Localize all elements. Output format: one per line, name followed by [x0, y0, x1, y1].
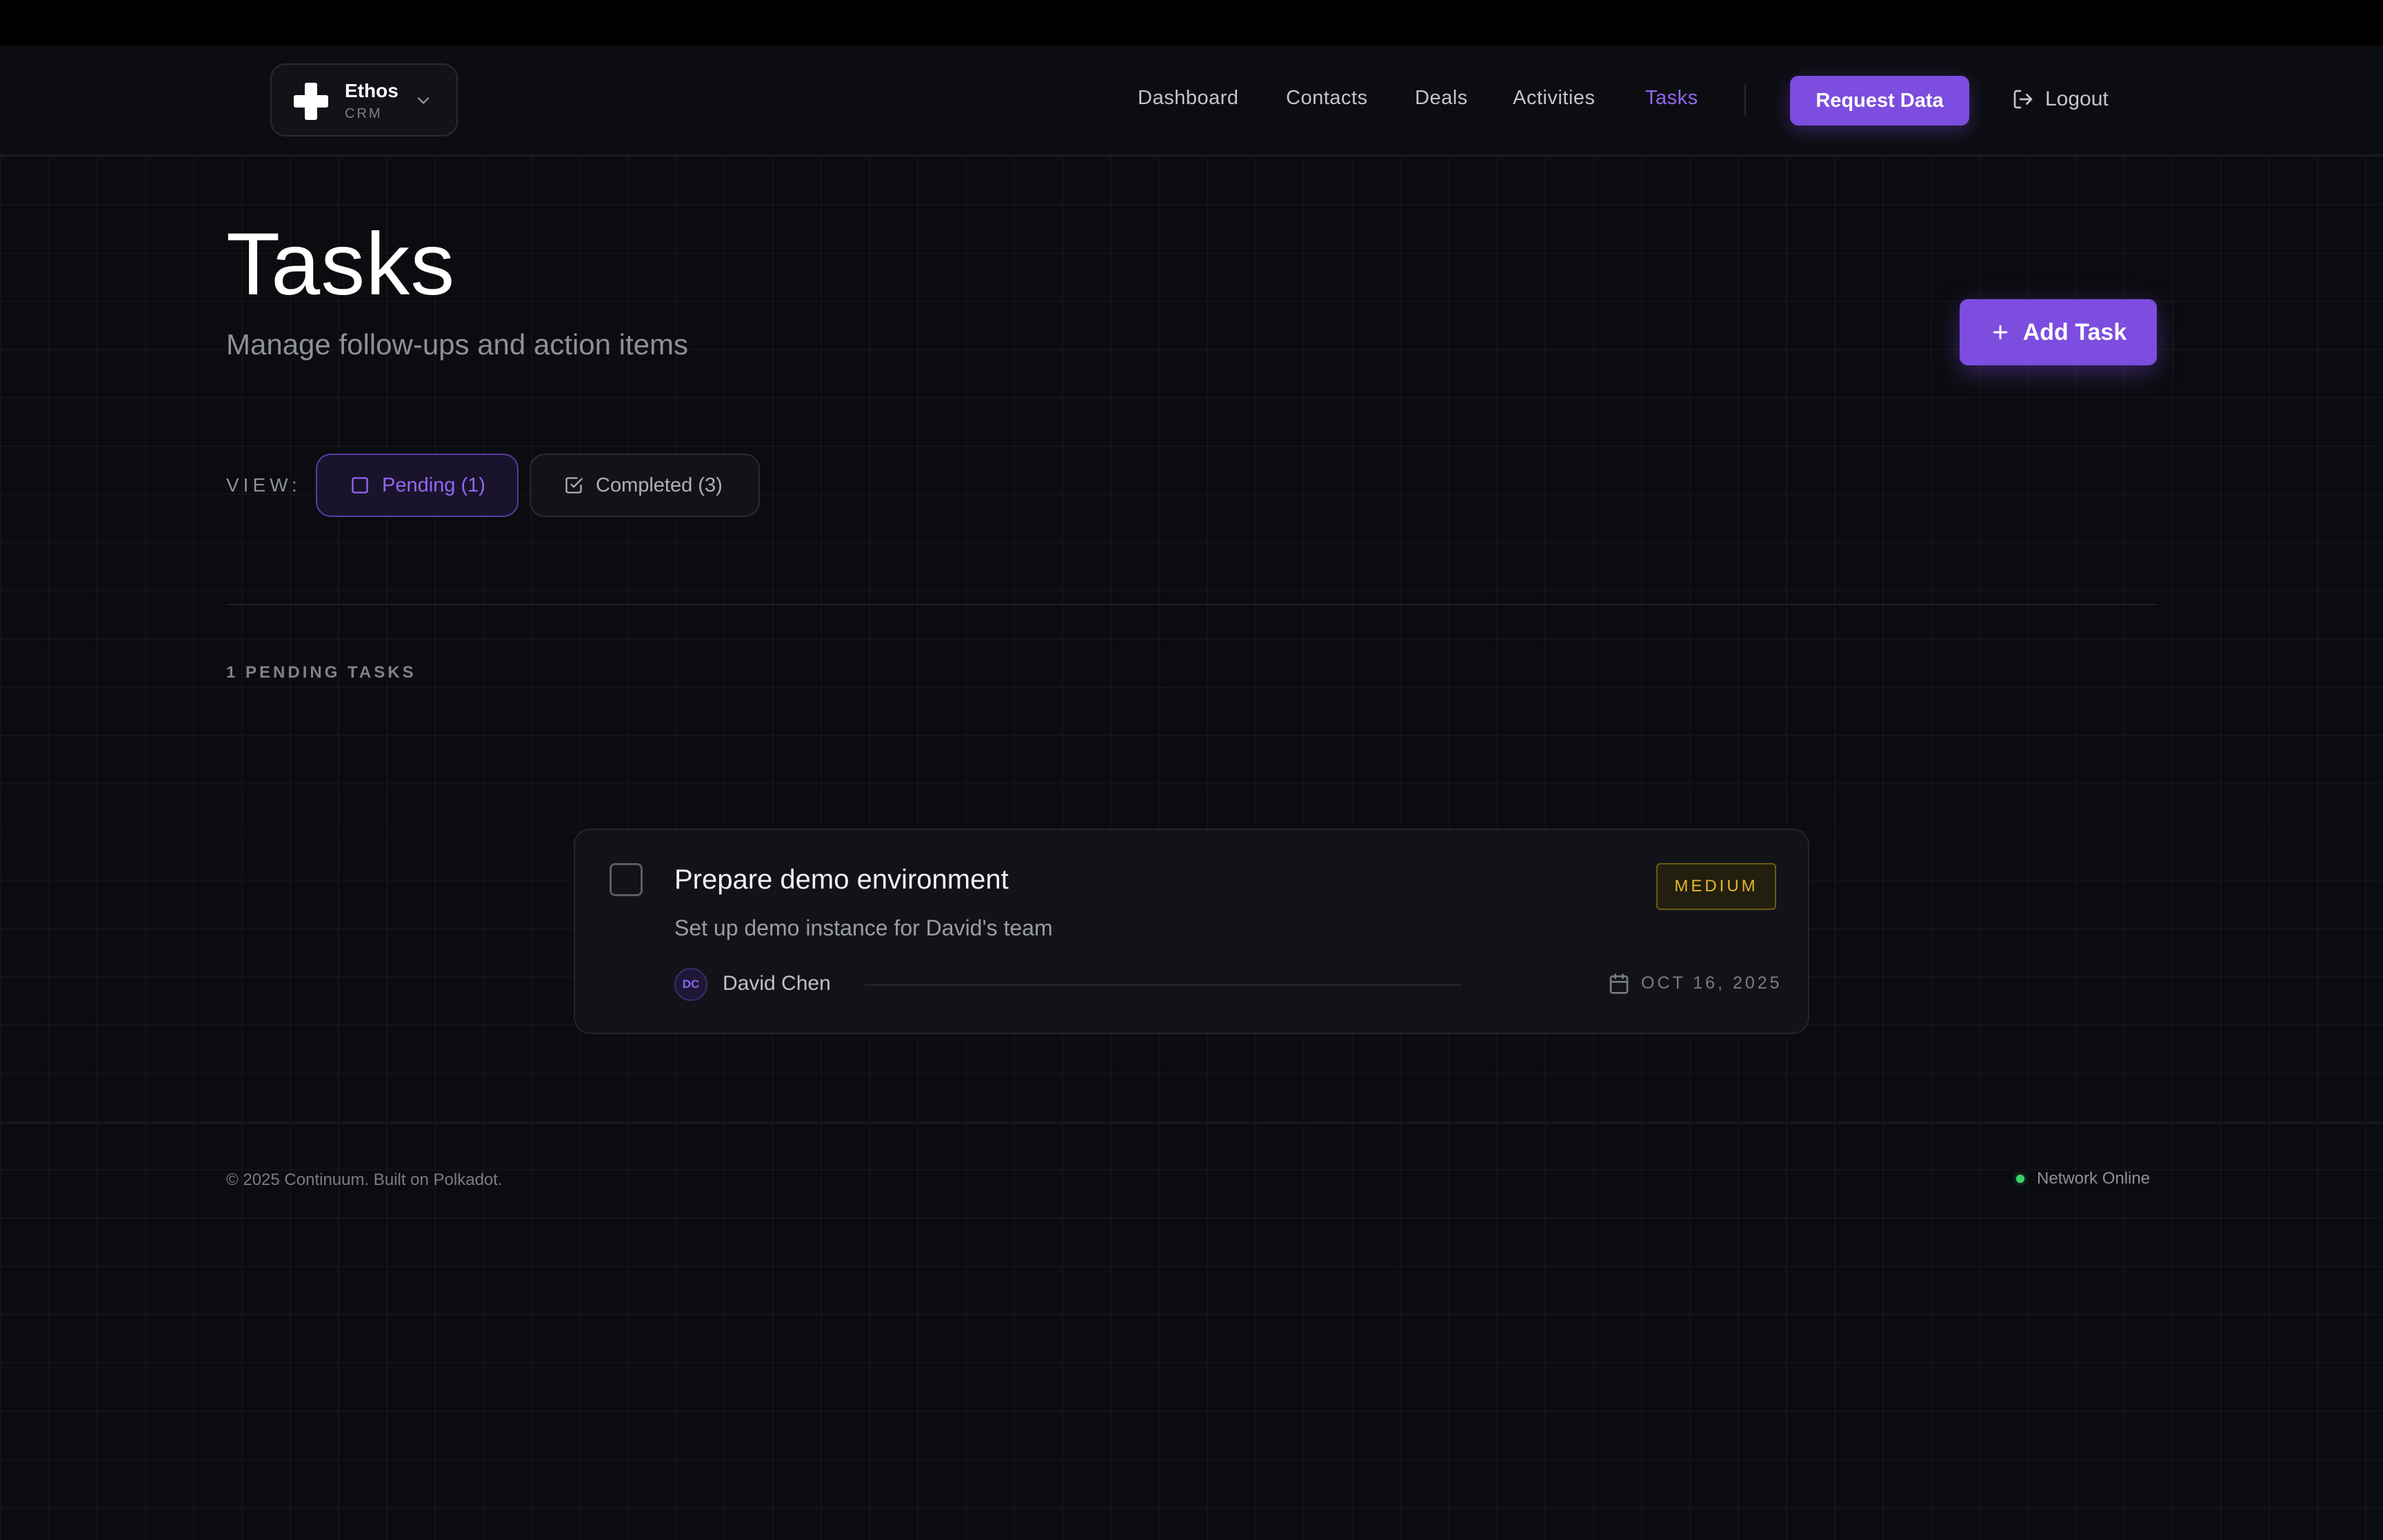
- brand-name: Ethos: [345, 80, 399, 101]
- page-subtitle: Manage follow-ups and action items: [226, 328, 689, 361]
- network-status: Network Online: [2016, 1169, 2150, 1188]
- nav-tasks[interactable]: Tasks: [1645, 87, 1698, 110]
- due-date: OCT 16, 2025: [1641, 973, 1782, 993]
- nav-separator: [1744, 84, 1746, 116]
- logout-label: Logout: [2045, 88, 2109, 110]
- nav-dashboard[interactable]: Dashboard: [1138, 87, 1238, 110]
- tab-completed[interactable]: Completed (3): [530, 454, 760, 517]
- logout-icon: [2013, 90, 2033, 109]
- checkbox-checked-icon: [565, 477, 583, 494]
- app-root: Ethos CRM Dashboard Contacts Deals Activ…: [0, 0, 2383, 1540]
- section-divider: [226, 604, 2157, 605]
- nav-deals[interactable]: Deals: [1415, 87, 1468, 110]
- brand-subtitle: CRM: [345, 106, 383, 121]
- tab-pending-label: Pending (1): [382, 474, 485, 496]
- request-data-button[interactable]: Request Data: [1790, 76, 1969, 125]
- network-status-label: Network Online: [2037, 1169, 2151, 1188]
- nav-activities[interactable]: Activities: [1513, 87, 1595, 110]
- status-dot-icon: [2016, 1175, 2024, 1183]
- square-icon: [352, 477, 368, 494]
- chevron-down-icon: [417, 97, 430, 104]
- task-description: Set up demo instance for David's team: [674, 915, 1053, 940]
- view-label: VIEW:: [226, 474, 301, 496]
- nav-contacts[interactable]: Contacts: [1286, 87, 1367, 110]
- add-task-button[interactable]: Add Task: [1960, 299, 2157, 365]
- card-divider: [865, 984, 1462, 986]
- app-header: Ethos CRM Dashboard Contacts Deals Activ…: [0, 45, 2383, 156]
- pending-count-label: 1 PENDING TASKS: [226, 663, 416, 682]
- calendar-icon: [1609, 973, 1629, 994]
- footer-divider: [0, 1122, 2383, 1124]
- task-title: Prepare demo environment: [674, 864, 1009, 895]
- page-title: Tasks: [226, 215, 456, 314]
- logout-button[interactable]: Logout: [2012, 85, 2109, 113]
- plus-icon: [1993, 325, 2007, 340]
- tab-completed-label: Completed (3): [596, 474, 723, 496]
- copyright-text: © 2025 Continuum. Built on Polkadot.: [226, 1171, 503, 1189]
- avatar: DC: [674, 968, 707, 1001]
- brand-switcher[interactable]: Ethos CRM: [270, 63, 458, 136]
- priority-badge: MEDIUM: [1656, 863, 1776, 910]
- top-bar: [0, 0, 2383, 45]
- add-task-label: Add Task: [2022, 318, 2127, 345]
- task-complete-checkbox[interactable]: [610, 863, 643, 896]
- tab-pending[interactable]: Pending (1): [316, 454, 519, 517]
- ethos-logo-icon: [294, 83, 328, 120]
- task-card[interactable]: Prepare demo environment Set up demo ins…: [574, 829, 1809, 1034]
- assignee-name: David Chen: [723, 972, 831, 995]
